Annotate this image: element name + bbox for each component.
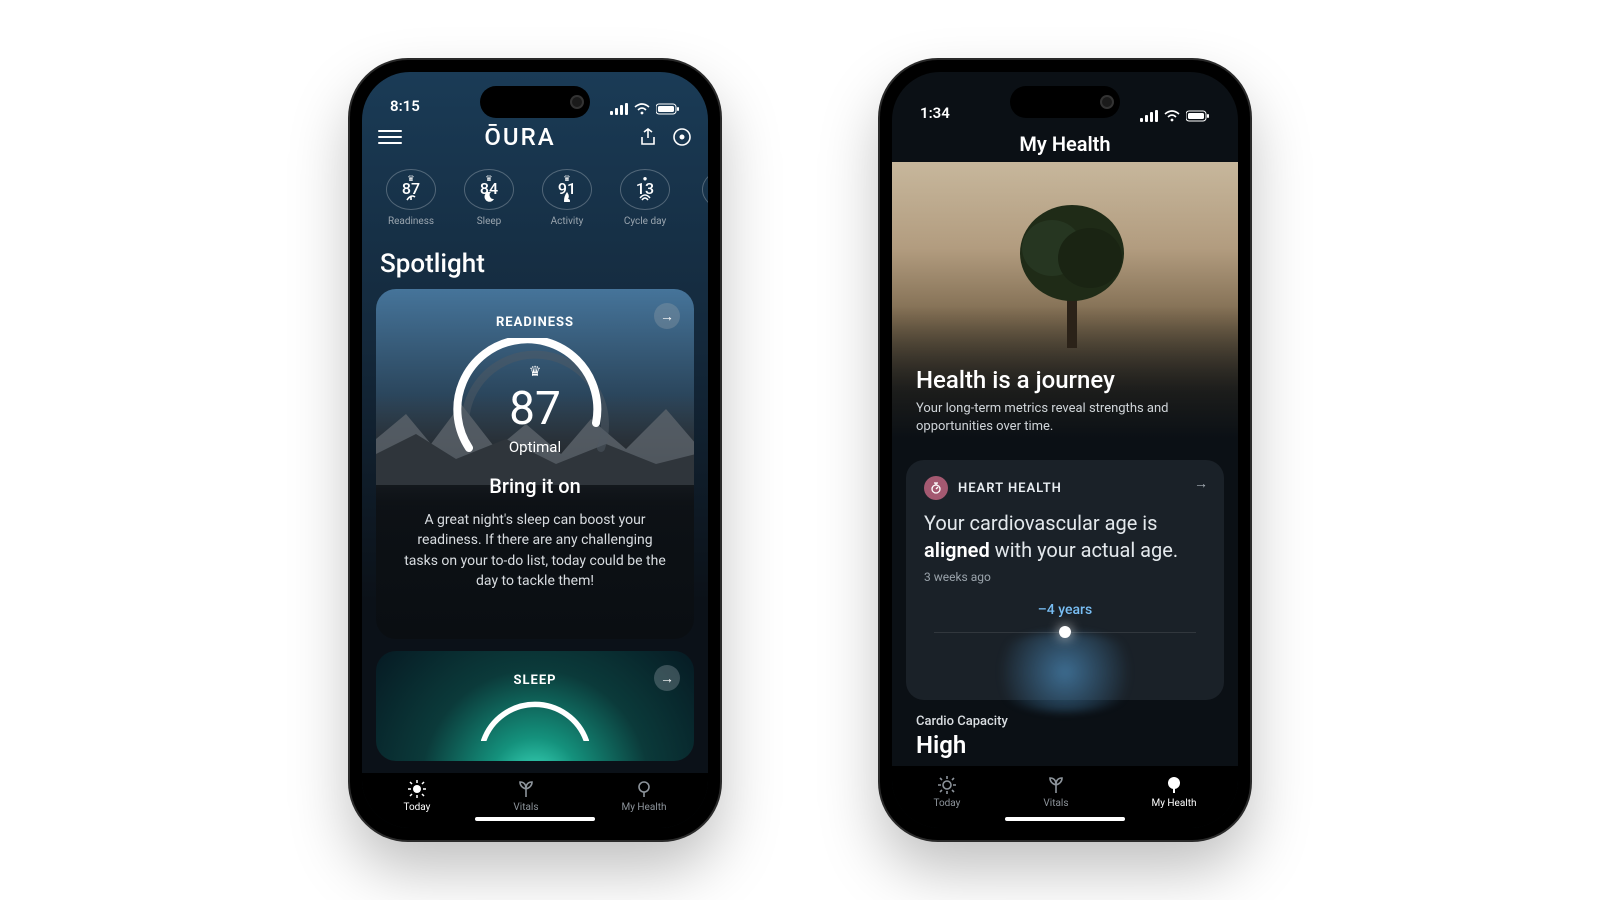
- sun-icon: [407, 779, 427, 799]
- cellular-icon: [610, 103, 628, 115]
- status-time: 8:15: [390, 97, 420, 115]
- menu-button[interactable]: [378, 130, 402, 144]
- sleep-card[interactable]: → SLEEP: [376, 651, 694, 761]
- score-activity[interactable]: ♛91 Activity: [536, 169, 598, 227]
- wifi-icon: [1164, 110, 1180, 122]
- cardio-capacity-section[interactable]: Cardio Capacity High: [916, 714, 1214, 759]
- tree-icon: [634, 779, 654, 799]
- cardio-capacity-label: Cardio Capacity: [916, 714, 1214, 729]
- age-delta-visual: –4 years: [924, 602, 1206, 680]
- phone-my-health: 1:34 My Health Health is a journey Your …: [880, 60, 1250, 840]
- tab-vitals[interactable]: Vitals: [513, 779, 538, 813]
- cardio-capacity-value: High: [916, 731, 1214, 759]
- status-icons: [610, 103, 680, 115]
- battery-icon: [1186, 110, 1210, 122]
- tab-my-health[interactable]: My Health: [621, 779, 666, 813]
- tree-graphic: [1012, 198, 1132, 348]
- tab-today[interactable]: Today: [933, 775, 960, 809]
- page-title: My Health: [892, 124, 1238, 162]
- dynamic-island: [480, 86, 590, 118]
- share-icon[interactable]: [638, 127, 658, 147]
- home-indicator[interactable]: [1005, 817, 1125, 821]
- age-delta-value: –4 years: [1038, 602, 1092, 618]
- cycle-icon: [639, 194, 651, 205]
- readiness-gauge: ♛ 87 Optimal: [445, 338, 625, 468]
- sleep-gauge-partial: [465, 694, 605, 741]
- heart-health-card[interactable]: → HEART HEALTH Your cardiovascular age i…: [906, 460, 1224, 700]
- arrow-right-icon[interactable]: →: [1188, 470, 1214, 496]
- score-readiness[interactable]: ♛87 Readiness: [380, 169, 442, 227]
- card-headline: Bring it on: [400, 474, 670, 498]
- moon-icon: [484, 192, 494, 205]
- score-daytime[interactable]: 65 Daytime: [692, 169, 708, 227]
- phone-today: 8:15 ŌURA ♛87 Readiness ♛84: [350, 60, 720, 840]
- target-icon[interactable]: [672, 127, 692, 147]
- heart-summary: Your cardiovascular age is aligned with …: [924, 510, 1206, 564]
- card-body: A great night's sleep can boost your rea…: [400, 510, 670, 591]
- stopwatch-icon: [924, 476, 948, 500]
- card-category: READINESS: [400, 315, 670, 330]
- health-hero: Health is a journey Your long-term metri…: [892, 162, 1238, 450]
- readiness-score: 87: [445, 382, 625, 436]
- cellular-icon: [1140, 110, 1158, 122]
- readiness-card[interactable]: → READINESS ♛ 87 Optimal Bring it on A g…: [376, 289, 694, 639]
- heart-timestamp: 3 weeks ago: [924, 570, 1206, 584]
- readiness-descriptor: Optimal: [445, 438, 625, 456]
- hero-headline: Health is a journey: [916, 366, 1214, 394]
- crown-icon: ♛: [445, 364, 625, 380]
- status-icons: [1140, 110, 1210, 122]
- hero-sub: Your long-term metrics reveal strengths …: [916, 400, 1176, 450]
- sprout-icon: [516, 779, 536, 799]
- spotlight-heading: Spotlight: [362, 237, 708, 289]
- brand-logo: ŌURA: [484, 123, 555, 151]
- sun-icon: [937, 775, 957, 795]
- arrow-right-icon[interactable]: →: [654, 665, 680, 691]
- score-row[interactable]: ♛87 Readiness ♛84 Sleep ♛91 Activity ●13…: [362, 155, 708, 237]
- card-category: SLEEP: [376, 673, 694, 688]
- card-category: HEART HEALTH: [958, 481, 1062, 496]
- wifi-icon: [634, 103, 650, 115]
- sprout-icon: [1046, 775, 1066, 795]
- dynamic-island: [1010, 86, 1120, 118]
- home-indicator[interactable]: [475, 817, 595, 821]
- score-sleep[interactable]: ♛84 Sleep: [458, 169, 520, 227]
- status-time: 1:34: [920, 104, 950, 122]
- leaf-icon: [405, 192, 417, 205]
- battery-icon: [656, 103, 680, 115]
- tab-vitals[interactable]: Vitals: [1043, 775, 1068, 809]
- tree-icon: [1164, 775, 1184, 795]
- tab-today[interactable]: Today: [403, 779, 430, 813]
- flame-icon: [563, 192, 571, 205]
- tab-my-health[interactable]: My Health: [1151, 775, 1196, 809]
- score-cycle[interactable]: ●13 Cycle day: [614, 169, 676, 227]
